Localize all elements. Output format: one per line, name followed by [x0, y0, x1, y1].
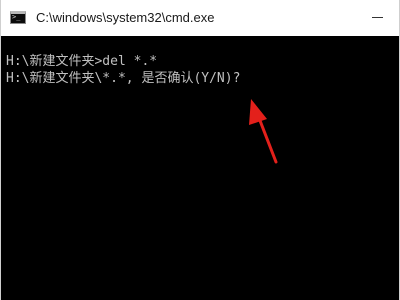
console-area[interactable]: H:\新建文件夹>del *.* H:\新建文件夹\*.*, 是否确认(Y/N)…: [1, 36, 399, 300]
minimize-button[interactable]: [357, 0, 399, 36]
window-title: C:\windows\system32\cmd.exe: [36, 10, 215, 25]
console-line-confirm-prompt: H:\新建文件夹\*.*, 是否确认(Y/N)?: [6, 71, 241, 86]
cmd-window: >_ C:\windows\system32\cmd.exe H:\新建文件夹>…: [0, 0, 400, 300]
console-line-command: H:\新建文件夹>del *.*: [6, 54, 158, 69]
minimize-icon: [372, 17, 383, 18]
title-bar[interactable]: >_ C:\windows\system32\cmd.exe: [1, 0, 399, 36]
cmd-icon[interactable]: >_: [10, 11, 26, 24]
